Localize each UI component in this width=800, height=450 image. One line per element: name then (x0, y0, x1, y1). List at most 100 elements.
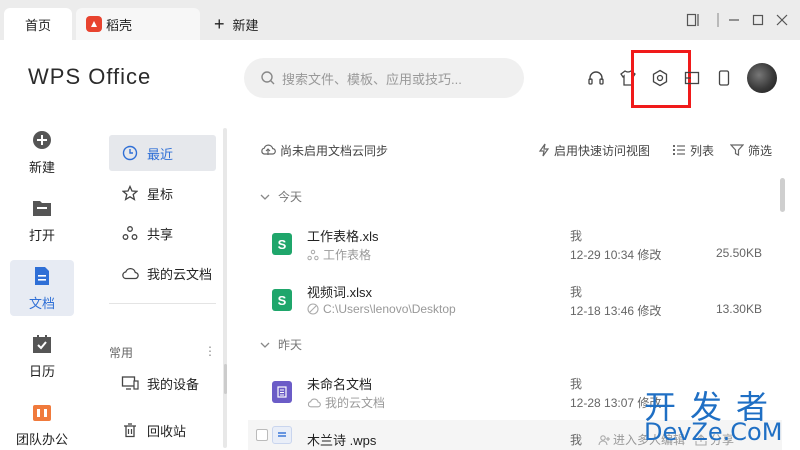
filter-icon (730, 144, 744, 156)
file-row[interactable]: 木兰诗 .wps 我 进入多人编辑 分享 (248, 420, 782, 450)
file-location: 工作表格 (307, 246, 371, 263)
file-owner: 我 (570, 377, 583, 391)
cloud-sync-link[interactable]: 尚未启用文档云同步 (260, 138, 388, 162)
group-label-today: 今天 (278, 190, 303, 204)
lightning-icon (538, 143, 550, 157)
nav-divider (109, 303, 216, 304)
rail-item-open[interactable]: 打开 (10, 192, 74, 248)
spreadsheet-icon: S (272, 289, 292, 311)
tab-home[interactable]: 首页 (4, 8, 72, 40)
nav-item-starred[interactable]: 星标 (109, 175, 216, 211)
main-scrollbar-thumb[interactable] (780, 178, 785, 212)
nav-item-trash[interactable]: 回收站 (109, 412, 216, 448)
file-actions: 进入多人编辑 分享 (598, 431, 734, 448)
rail-item-label: 日历 (28, 363, 55, 379)
nav-scrollbar-thumb[interactable] (224, 364, 227, 394)
multi-edit-label: 进入多人编辑 (613, 433, 686, 447)
docer-logo-icon (86, 16, 102, 32)
search-placeholder: 搜索文件、模板、应用或技巧... (282, 71, 462, 87)
rail-item-new[interactable]: 新建 (10, 124, 74, 180)
row-checkbox[interactable] (256, 429, 268, 441)
nav-item-shared[interactable]: 共享 (109, 215, 216, 251)
document-icon (31, 265, 53, 287)
nav-item-label: 共享 (147, 226, 174, 242)
file-row[interactable]: 未命名文档 我的云文档 我 12-28 13:07 修改 (248, 364, 782, 420)
device-icon (121, 374, 139, 392)
nav-item-label: 最近 (147, 146, 174, 162)
share-button[interactable]: 分享 (695, 431, 734, 448)
file-location-text: 我的云文档 (325, 396, 386, 410)
headset-icon[interactable] (586, 68, 606, 88)
list-view-button[interactable]: 列表 (672, 138, 714, 162)
file-toolbar: 尚未启用文档云同步 启用快速访问视图 列表 筛选 (240, 138, 800, 162)
cloud-icon (307, 397, 321, 408)
quick-access-label: 启用快速访问视图 (554, 143, 651, 158)
window-split-icon[interactable] (682, 68, 702, 88)
file-owner: 我 (570, 229, 583, 243)
maximize-icon[interactable] (750, 10, 766, 30)
main-content: 尚未启用文档云同步 启用快速访问视图 列表 筛选 今天 S 工作表格.xls 工… (240, 118, 800, 450)
app-logo: WPS Office (28, 64, 152, 89)
spreadsheet-icon: S (272, 233, 292, 255)
close-icon[interactable] (774, 10, 790, 30)
rail-item-label: 新建 (28, 159, 55, 175)
rail-item-calendar[interactable]: 日历 (10, 328, 74, 384)
calendar-icon (31, 333, 53, 355)
nav-scrollbar-track[interactable] (223, 128, 227, 448)
search-icon (260, 70, 276, 86)
filter-label: 筛选 (748, 143, 773, 158)
file-owner: 我 (570, 285, 583, 299)
multi-edit-button[interactable]: 进入多人编辑 (598, 431, 685, 448)
quick-access-button[interactable]: 启用快速访问视图 (538, 138, 650, 162)
group-header-yesterday[interactable]: 昨天 (260, 336, 302, 353)
cloud-sync-icon (260, 143, 276, 157)
share-icon (121, 224, 139, 242)
nav-item-label: 星标 (147, 186, 174, 202)
filter-button[interactable]: 筛选 (730, 138, 772, 162)
file-location-text: C:\Users\lenovo\Desktop (323, 302, 456, 316)
list-icon (672, 144, 686, 156)
tab-bar: 首页 稻壳 + 新建 (0, 0, 800, 40)
nav-item-recent[interactable]: 最近 (109, 135, 216, 171)
nav-section-title: 常用 (109, 346, 134, 360)
tab-docer[interactable]: 稻壳 (76, 8, 200, 40)
minimize-icon[interactable] (726, 10, 742, 30)
cloud-sync-label: 尚未启用文档云同步 (280, 143, 389, 158)
nav-item-label: 我的设备 (147, 376, 200, 392)
folder-icon (31, 197, 53, 219)
team-icon (31, 401, 53, 423)
group-header-today[interactable]: 今天 (260, 188, 302, 205)
divider-icon (716, 10, 720, 30)
file-size: 25.50KB (715, 246, 762, 260)
search-input[interactable]: 搜索文件、模板、应用或技巧... (244, 58, 524, 98)
file-row[interactable]: S 工作表格.xls 工作表格 我 12-29 10:34 修改 25.50KB (248, 216, 782, 272)
share-icon (307, 249, 319, 261)
file-size: 13.30KB (715, 302, 762, 316)
document-icon (272, 381, 292, 403)
file-modified-time: 12-29 10:34 修改 (570, 248, 662, 262)
phone-icon[interactable] (714, 68, 734, 88)
file-row[interactable]: S 视频词.xlsx C:\Users\lenovo\Desktop 我 12-… (248, 272, 782, 328)
plus-circle-icon (31, 129, 53, 151)
list-view-label: 列表 (690, 143, 715, 158)
rail-item-team[interactable]: 团队办公 (10, 396, 74, 450)
left-rail: 新建 打开 文档 日历 团队办公 (0, 118, 84, 450)
nav-item-cloud-docs[interactable]: 我的云文档 (109, 255, 216, 291)
tablet-mode-icon[interactable] (686, 10, 700, 30)
more-vertical-icon[interactable]: ⋮ (204, 344, 216, 361)
rail-item-docs[interactable]: 文档 (10, 260, 74, 316)
cloud-icon (121, 264, 139, 282)
file-owner: 我 (570, 433, 583, 447)
new-tab-button[interactable]: + 新建 (214, 8, 259, 40)
header: WPS Office 搜索文件、模板、应用或技巧... (0, 40, 800, 118)
tab-docer-label: 稻壳 (106, 17, 133, 33)
file-name: 木兰诗 .wps (307, 433, 377, 448)
avatar[interactable] (747, 63, 777, 93)
file-location-text: 工作表格 (323, 248, 372, 262)
plus-icon: + (214, 14, 225, 34)
group-label-yesterday: 昨天 (278, 338, 303, 352)
file-modified-time: 12-28 13:07 修改 (570, 396, 662, 410)
nav-item-label: 我的云文档 (147, 266, 213, 282)
nav-item-my-device[interactable]: 我的设备 (109, 365, 216, 401)
rail-item-label: 打开 (28, 227, 55, 243)
